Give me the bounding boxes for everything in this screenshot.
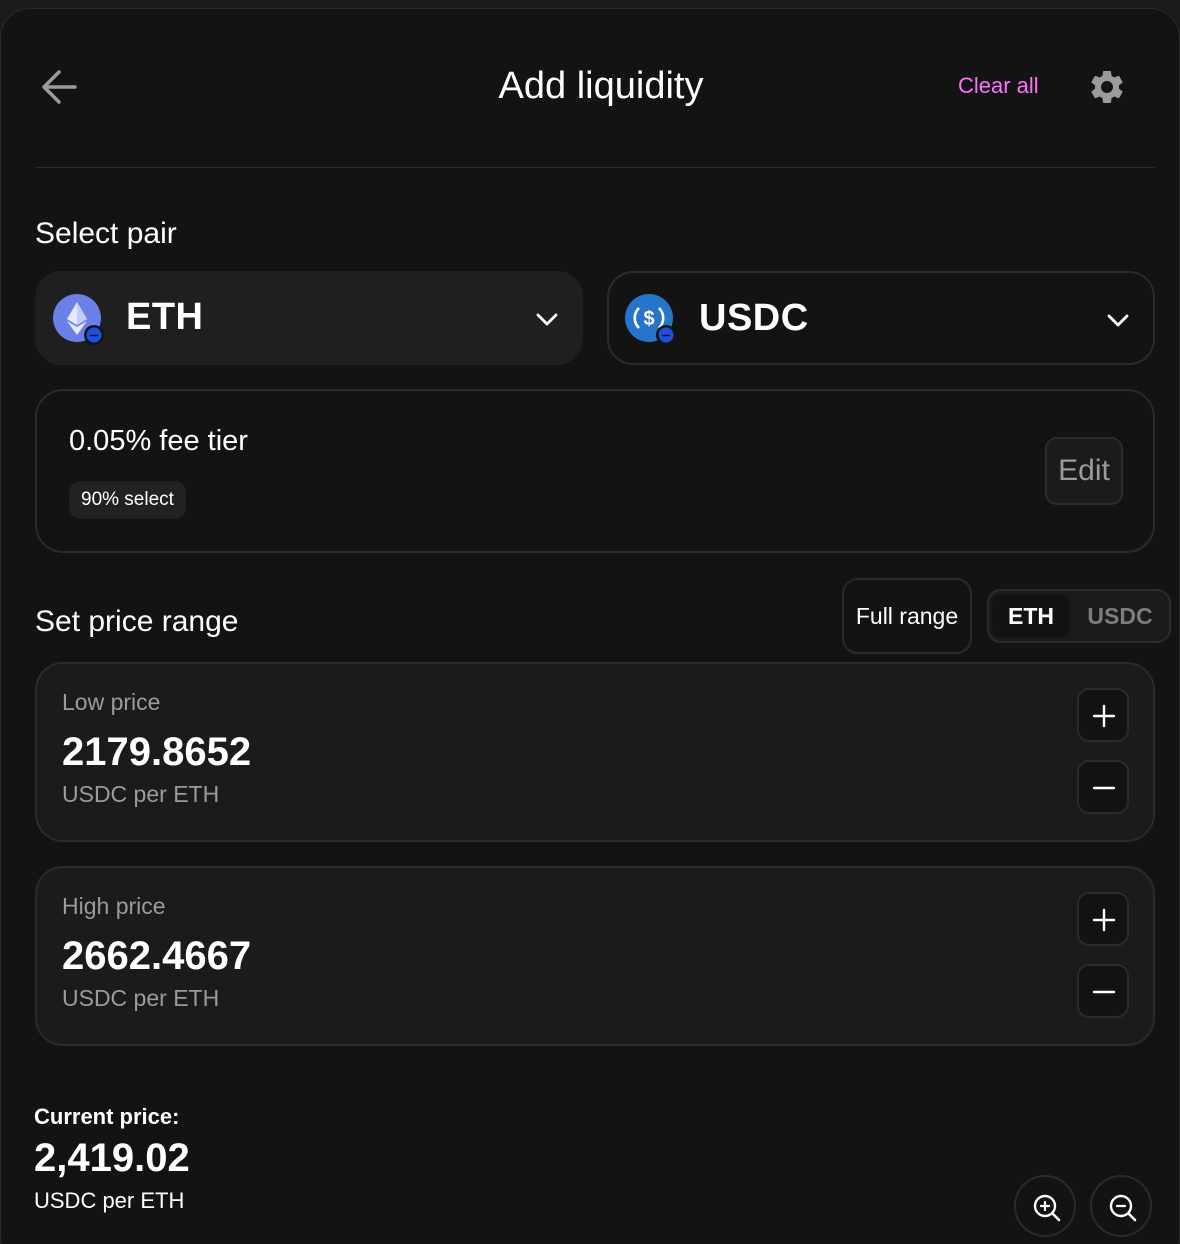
gear-icon <box>1091 70 1123 103</box>
toggle-option-eth[interactable]: ETH <box>992 594 1070 638</box>
clear-all-button[interactable]: Clear all <box>958 73 1039 99</box>
plus-icon <box>1092 704 1116 728</box>
select-pair-heading: Select pair <box>35 217 177 250</box>
current-price-label: Current price: <box>34 1104 180 1129</box>
low-price-input[interactable]: 2179.8652 <box>62 730 251 775</box>
plus-icon <box>1092 908 1116 932</box>
svg-text:$: $ <box>643 308 654 330</box>
full-range-button[interactable]: Full range <box>842 578 972 654</box>
low-price-unit: USDC per ETH <box>62 781 220 807</box>
current-price-unit: USDC per ETH <box>34 1188 185 1213</box>
header-divider <box>35 167 1155 168</box>
zoom-in-button[interactable] <box>1014 1175 1076 1237</box>
zoom-out-button[interactable] <box>1090 1175 1152 1237</box>
high-price-decrement-button[interactable] <box>1077 964 1129 1018</box>
high-price-unit: USDC per ETH <box>62 985 220 1011</box>
zoom-out-icon <box>1109 1194 1137 1222</box>
token-b-selector[interactable]: $ USDC <box>607 271 1155 365</box>
edit-fee-button[interactable]: Edit <box>1045 437 1123 505</box>
low-price-decrement-button[interactable] <box>1077 760 1129 814</box>
usdc-token-icon: $ <box>625 294 676 345</box>
set-price-range-heading: Set price range <box>35 605 239 638</box>
high-price-card: High price 2662.4667 USDC per ETH <box>35 866 1155 1046</box>
fee-tier-card: 0.05% fee tier 90% select Edit <box>35 389 1155 553</box>
settings-button[interactable] <box>1087 67 1127 107</box>
token-b-symbol: USDC <box>699 297 809 339</box>
high-price-label: High price <box>62 893 166 919</box>
add-liquidity-panel: Add liquidity Clear all Select pair ETH … <box>0 8 1180 1244</box>
high-price-increment-button[interactable] <box>1077 892 1129 946</box>
zoom-in-icon <box>1033 1194 1061 1222</box>
low-price-increment-button[interactable] <box>1077 688 1129 742</box>
token-a-symbol: ETH <box>126 296 204 338</box>
chevron-down-icon <box>536 313 558 326</box>
minus-icon <box>1092 990 1116 994</box>
current-price-value: 2,419.02 <box>34 1136 190 1180</box>
toggle-option-usdc[interactable]: USDC <box>1075 594 1165 638</box>
low-price-label: Low price <box>62 689 161 715</box>
minus-icon <box>1092 786 1116 790</box>
fee-selection-badge: 90% select <box>69 481 186 519</box>
eth-token-icon <box>53 294 104 345</box>
high-price-input[interactable]: 2662.4667 <box>62 934 251 979</box>
denomination-toggle: ETH USDC <box>987 589 1171 643</box>
fee-tier-title: 0.05% fee tier <box>69 425 248 457</box>
token-a-selector[interactable]: ETH <box>35 271 583 365</box>
low-price-card: Low price 2179.8652 USDC per ETH <box>35 662 1155 842</box>
chevron-down-icon <box>1107 314 1129 327</box>
